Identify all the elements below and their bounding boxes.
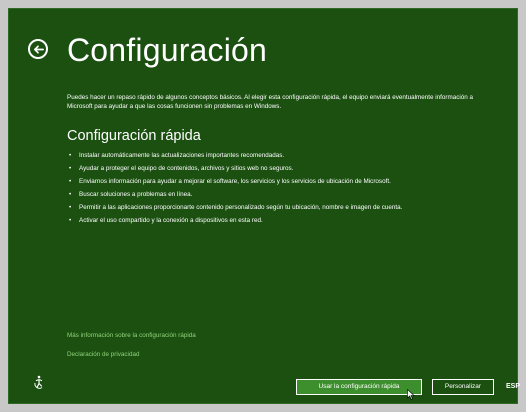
customize-button[interactable]: Personalizar bbox=[432, 379, 494, 395]
more-info-link[interactable]: Más información sobre la configuración r… bbox=[67, 332, 196, 339]
list-item: Buscar soluciones a problemas en línea. bbox=[67, 190, 497, 199]
setup-screen: Configuración Puedes hacer un repaso ráp… bbox=[8, 8, 520, 404]
list-item: Ayudar a proteger el equipo de contenido… bbox=[67, 164, 497, 173]
list-item: Permitir a las aplicaciones proporcionar… bbox=[67, 203, 497, 212]
list-item: Enviarnos información para ayudar a mejo… bbox=[67, 177, 497, 186]
express-settings-list: Instalar automáticamente las actualizaci… bbox=[67, 151, 497, 229]
intro-text: Puedes hacer un repaso rápido de algunos… bbox=[67, 94, 474, 110]
language-indicator[interactable]: ESP bbox=[506, 383, 520, 390]
list-item: Activar el uso compartido y la conexión … bbox=[67, 216, 497, 225]
back-button[interactable] bbox=[28, 39, 48, 59]
back-arrow-icon bbox=[33, 44, 44, 54]
ease-of-access-icon[interactable] bbox=[32, 375, 46, 389]
page-title: Configuración bbox=[67, 32, 268, 68]
express-settings-heading: Configuración rápida bbox=[67, 128, 201, 144]
mouse-cursor-icon bbox=[407, 389, 415, 400]
use-express-settings-button[interactable]: Usar la configuración rápida bbox=[296, 379, 422, 395]
privacy-statement-link[interactable]: Declaración de privacidad bbox=[67, 351, 139, 358]
list-item: Instalar automáticamente las actualizaci… bbox=[67, 151, 497, 160]
